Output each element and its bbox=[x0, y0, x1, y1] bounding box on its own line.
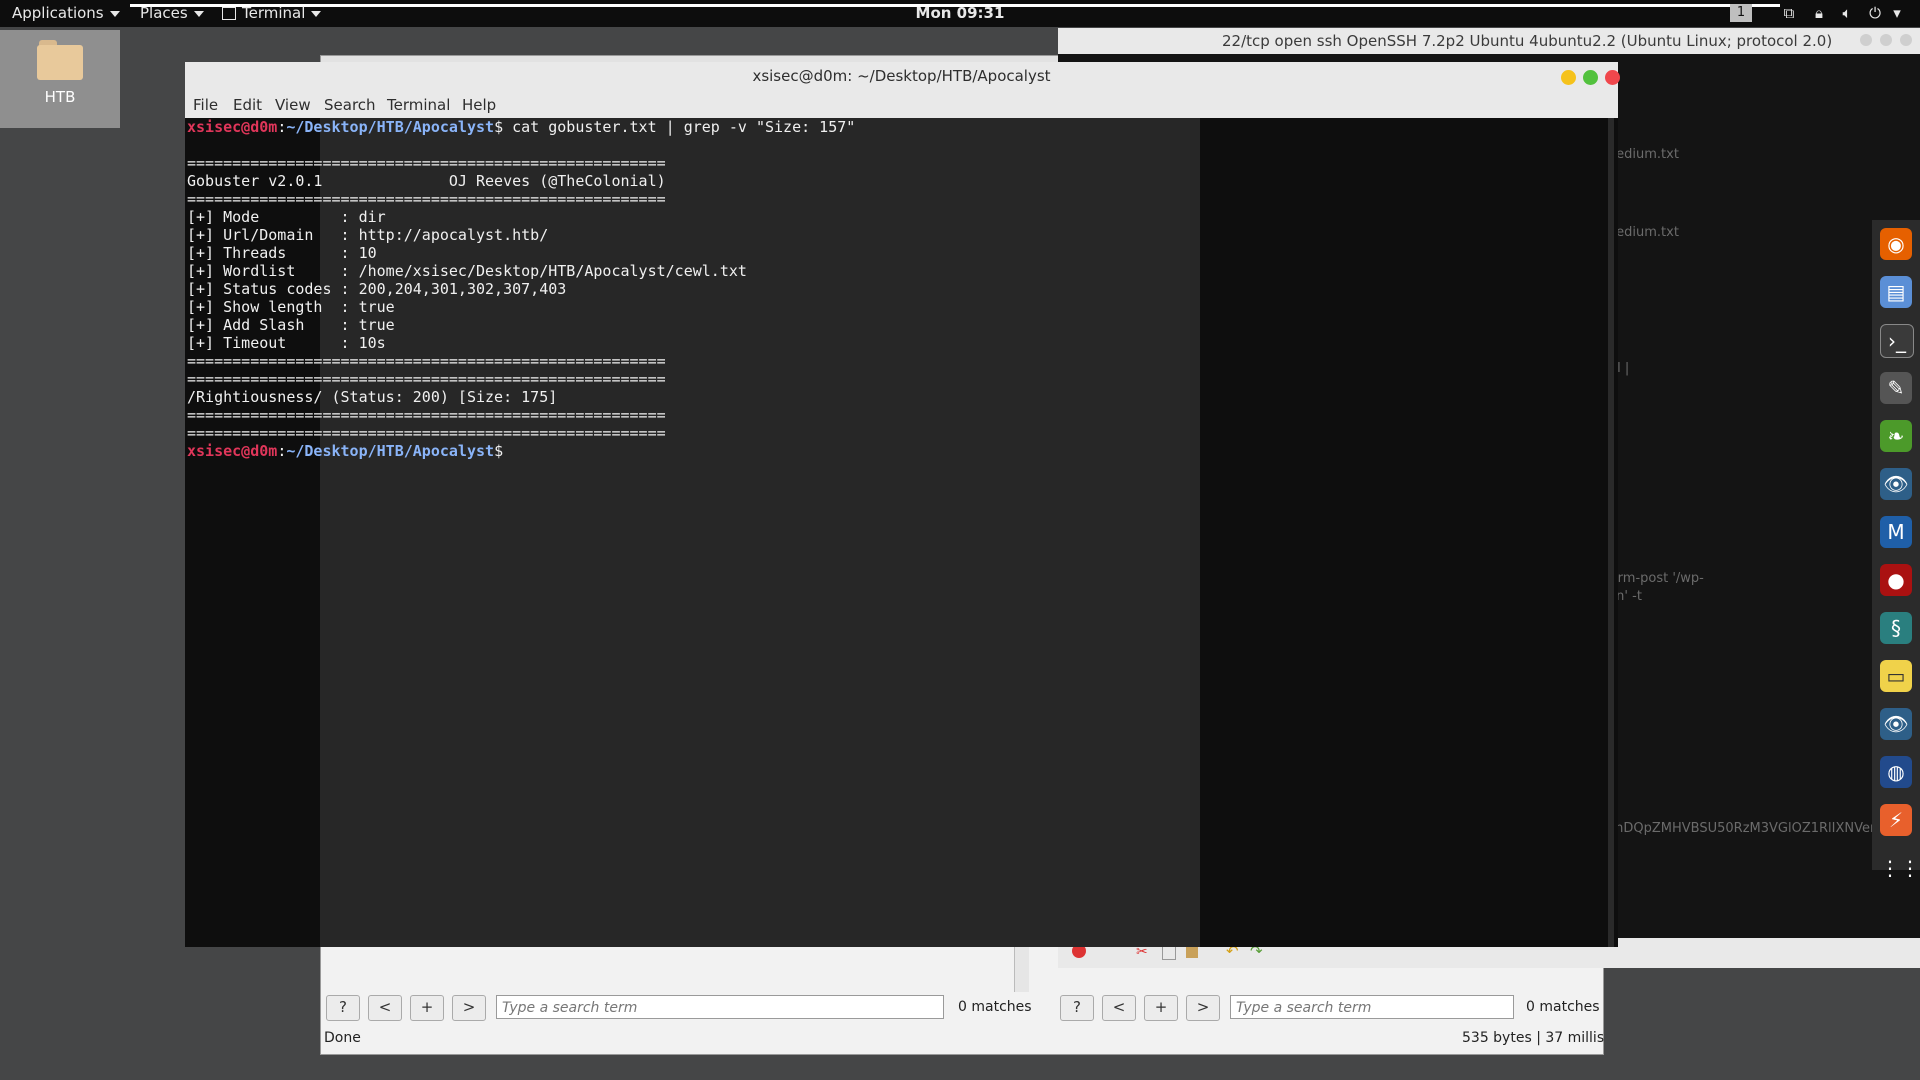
output-line: ========================================… bbox=[187, 406, 666, 424]
leaf-icon[interactable]: ❧ bbox=[1880, 420, 1912, 452]
terminal-title[interactable]: xsisec@d0m: ~/Desktop/HTB/Apocalyst bbox=[185, 62, 1618, 92]
power-icon[interactable]: ⏻ bbox=[1866, 4, 1884, 22]
minimize-icon[interactable] bbox=[1860, 34, 1872, 46]
terminal-window[interactable]: xsisec@d0m: ~/Desktop/HTB/Apocalyst File… bbox=[185, 62, 1620, 947]
prompt-separator: : bbox=[277, 118, 287, 136]
prompt-path: ~/Desktop/HTB/Apocalyst bbox=[286, 118, 495, 136]
prompt-symbol: $ bbox=[494, 442, 504, 460]
add-button[interactable]: + bbox=[410, 995, 444, 1021]
volume-icon[interactable]: 🔈︎ bbox=[1838, 4, 1856, 22]
help-button[interactable]: ? bbox=[1060, 995, 1094, 1021]
help-button[interactable]: ? bbox=[326, 995, 360, 1021]
clock[interactable]: Mon 09:31 bbox=[0, 4, 1920, 22]
prompt-user: xsisec@d0m bbox=[187, 118, 278, 136]
add-button[interactable]: + bbox=[1144, 995, 1178, 1021]
output-line: ========================================… bbox=[187, 190, 666, 208]
terminal-output[interactable]: xsisec@d0m:~/Desktop/HTB/Apocalyst$ cat … bbox=[185, 118, 1618, 947]
desktop-folder-htb[interactable]: HTB bbox=[0, 30, 120, 128]
eye-alt-icon[interactable]: 👁︎ bbox=[1880, 708, 1912, 740]
response-size: 535 bytes | 37 millis bbox=[1462, 1030, 1605, 1046]
output-line: [+] Timeout : 10s bbox=[187, 334, 386, 352]
output-line: [+] Threads : 10 bbox=[187, 244, 377, 262]
desktop-folder-label: HTB bbox=[44, 88, 76, 106]
menu-view[interactable]: View bbox=[275, 96, 311, 114]
app-grid-icon[interactable]: ⋮⋮ bbox=[1880, 852, 1920, 884]
output-line: [+] Mode : dir bbox=[187, 208, 386, 226]
output-line: [+] Status codes : 200,204,301,302,307,4… bbox=[187, 280, 567, 298]
prev-button[interactable]: < bbox=[1102, 995, 1136, 1021]
prompt-separator: : bbox=[277, 442, 287, 460]
search-bar-right: ? < + > Type a search term 0 matches bbox=[1060, 995, 1600, 1025]
next-button[interactable]: > bbox=[1186, 995, 1220, 1021]
match-count: 0 matches bbox=[958, 999, 1032, 1015]
output-line: ========================================… bbox=[187, 424, 666, 442]
command-line: xsisec@d0m:~/Desktop/HTB/Apocalyst$ cat … bbox=[187, 118, 855, 136]
notes-title: 22/tcp open ssh OpenSSH 7.2p2 Ubuntu 4ub… bbox=[1058, 28, 1920, 54]
workspace-indicator[interactable]: 1 bbox=[1730, 4, 1752, 22]
menu-edit[interactable]: Edit bbox=[233, 96, 262, 114]
search-bar-left: ? < + > Type a search term 0 matches bbox=[326, 995, 1032, 1025]
globe-icon[interactable]: ◍ bbox=[1880, 756, 1912, 788]
terminal-icon[interactable]: ›_ bbox=[1880, 324, 1914, 358]
output-line: [+] Url/Domain : http://apocalyst.htb/ bbox=[187, 226, 549, 244]
notes-app-icon[interactable]: ▭ bbox=[1880, 660, 1912, 692]
search-input[interactable]: Type a search term bbox=[1230, 995, 1514, 1019]
output-line: [+] Show length : true bbox=[187, 298, 395, 316]
output-line: [+] Add Slash : true bbox=[187, 316, 395, 334]
output-line: ========================================… bbox=[187, 370, 666, 388]
metasploit-icon[interactable]: M bbox=[1880, 516, 1912, 548]
output-line: ========================================… bbox=[187, 154, 666, 172]
prompt-path: ~/Desktop/HTB/Apocalyst bbox=[286, 442, 495, 460]
minimize-icon[interactable] bbox=[1561, 70, 1576, 85]
tools-icon[interactable]: ✎ bbox=[1880, 372, 1912, 404]
prev-button[interactable]: < bbox=[368, 995, 402, 1021]
burp-icon[interactable]: ⚡ bbox=[1880, 804, 1912, 836]
terminal-menubar: File Edit View Search Terminal Help bbox=[185, 92, 1618, 118]
output-line: Gobuster v2.0.1 OJ Reeves (@TheColonial) bbox=[187, 172, 666, 190]
chevron-down-icon[interactable]: ▾ bbox=[1888, 4, 1906, 22]
command-text: $ cat gobuster.txt | grep -v "Size: 157" bbox=[494, 118, 856, 136]
prompt-line: xsisec@d0m:~/Desktop/HTB/Apocalyst$ bbox=[187, 442, 503, 460]
files-icon[interactable]: ▤ bbox=[1880, 276, 1912, 308]
lock-icon[interactable]: 🔒︎ bbox=[1810, 4, 1828, 22]
menu-terminal[interactable]: Terminal bbox=[387, 96, 450, 114]
maximize-icon[interactable] bbox=[1880, 34, 1892, 46]
firefox-icon[interactable]: ◉ bbox=[1880, 228, 1912, 260]
prompt-user: xsisec@d0m bbox=[187, 442, 278, 460]
top-panel: Applications Places Terminal Mon 09:31 1… bbox=[0, 0, 1920, 27]
menu-search[interactable]: Search bbox=[324, 96, 376, 114]
output-line: ========================================… bbox=[187, 352, 666, 370]
output-line: [+] Wordlist : /home/xsisec/Desktop/HTB/… bbox=[187, 262, 747, 280]
dragon-icon[interactable]: § bbox=[1880, 612, 1912, 644]
network-icon[interactable]: ⧉ bbox=[1780, 4, 1798, 22]
next-button[interactable]: > bbox=[452, 995, 486, 1021]
terminal-scrollbar[interactable] bbox=[1608, 118, 1614, 947]
close-icon[interactable] bbox=[1605, 70, 1620, 85]
search-input[interactable]: Type a search term bbox=[496, 995, 944, 1019]
match-count: 0 matches bbox=[1526, 999, 1600, 1015]
folder-icon bbox=[37, 40, 83, 80]
maximize-icon[interactable] bbox=[1583, 70, 1598, 85]
status-text: Done bbox=[324, 1030, 361, 1046]
app-dock: ◉ ▤ ›_ ✎ ❧ 👁︎ M ● § ▭ 👁︎ ◍ ⚡ ⋮⋮ bbox=[1872, 220, 1920, 880]
close-icon[interactable] bbox=[1900, 34, 1912, 46]
output-line: /Rightiousness/ (Status: 200) [Size: 175… bbox=[187, 388, 558, 406]
menu-file[interactable]: File bbox=[193, 96, 218, 114]
eye-icon[interactable]: 👁︎ bbox=[1880, 468, 1912, 500]
cherry-icon[interactable]: ● bbox=[1880, 564, 1912, 596]
menu-help[interactable]: Help bbox=[462, 96, 496, 114]
